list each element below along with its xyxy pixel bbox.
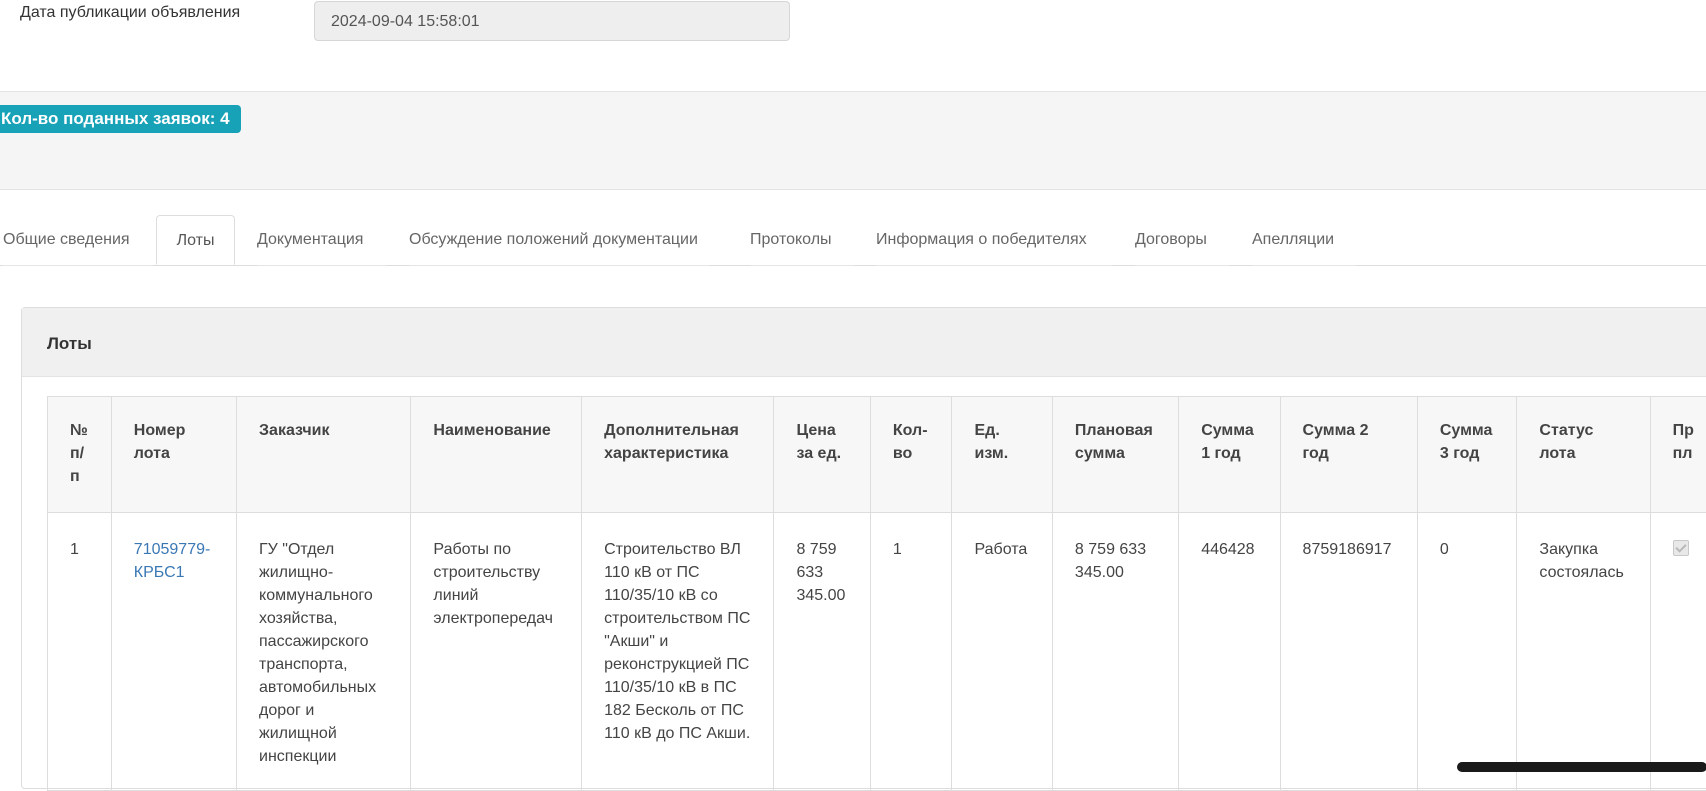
col-header-planned: Плановая сумма [1052, 397, 1178, 513]
tab-contracts[interactable]: Договоры [1135, 215, 1229, 266]
cell-plan [1650, 513, 1706, 791]
tab-bar: Общие сведения Лоты Документация Обсужде… [0, 215, 1706, 266]
cell-num: 1 [48, 513, 112, 791]
cell-qty: 1 [870, 513, 952, 791]
lots-table-wrapper: № п/п Номер лота Заказчик Наименование Д… [47, 396, 1706, 776]
table-row: 1 71059779-КРБС1 ГУ "Отдел жилищно-комму… [48, 513, 1706, 791]
col-header-customer: Заказчик [237, 397, 411, 513]
cell-status: Закупка состоялась [1517, 513, 1650, 791]
cell-sum2: 8759186917 [1280, 513, 1417, 791]
col-header-qty: Кол-во [870, 397, 952, 513]
tab-appeals[interactable]: Апелляции [1252, 215, 1356, 266]
lots-panel-title: Лоты [47, 334, 92, 354]
cell-planned: 8 759 633 345.00 [1052, 513, 1178, 791]
table-header-row: № п/п Номер лота Заказчик Наименование Д… [48, 397, 1706, 513]
lots-panel-header: Лоты [22, 308, 1706, 377]
tab-documentation[interactable]: Документация [257, 215, 387, 266]
cell-unit: Работа [952, 513, 1052, 791]
cell-lot-number: 71059779-КРБС1 [111, 513, 236, 791]
tab-protocols[interactable]: Протоколы [750, 215, 854, 266]
col-header-plan: Пр пл [1650, 397, 1706, 513]
publication-date-label: Дата публикации объявления [20, 4, 240, 22]
col-header-status: Статус лота [1517, 397, 1650, 513]
plan-checkbox[interactable] [1673, 540, 1689, 556]
tab-documentation-discussion[interactable]: Обсуждение положений документации [409, 215, 709, 266]
col-header-sum1: Сумма 1 год [1179, 397, 1280, 513]
col-header-unit: Ед. изм. [952, 397, 1052, 513]
col-header-price: Цена за ед. [774, 397, 870, 513]
col-header-sum3: Сумма 3 год [1417, 397, 1517, 513]
tab-lots[interactable]: Лоты [156, 215, 235, 265]
cell-sum1: 446428 [1179, 513, 1280, 791]
col-header-num: № п/п [48, 397, 112, 513]
horizontal-scrollbar[interactable] [1457, 762, 1706, 772]
lots-table: № п/п Номер лота Заказчик Наименование Д… [47, 396, 1706, 791]
col-header-name: Наименование [411, 397, 582, 513]
cell-sum3: 0 [1417, 513, 1517, 791]
col-header-extra: Дополнительная характеристика [582, 397, 774, 513]
cell-extra: Строительство ВЛ 110 кВ от ПС 110/35/10 … [582, 513, 774, 791]
cell-price: 8 759 633 345.00 [774, 513, 870, 791]
cell-customer: ГУ "Отдел жилищно-коммунального хозяйств… [237, 513, 411, 791]
applications-count-badge: Кол-во поданных заявок: 4 [0, 105, 241, 133]
publication-date-field: 2024-09-04 15:58:01 [314, 1, 790, 41]
tab-general[interactable]: Общие сведения [3, 215, 153, 266]
section-divider [0, 157, 1706, 190]
col-header-lot-number: Номер лота [111, 397, 236, 513]
cell-name: Работы по строительству линий электропер… [411, 513, 582, 791]
tab-winners[interactable]: Информация о победителях [876, 215, 1112, 266]
lot-number-link[interactable]: 71059779-КРБС1 [134, 541, 211, 581]
applications-bar [0, 91, 1706, 159]
col-header-sum2: Сумма 2 год [1280, 397, 1417, 513]
